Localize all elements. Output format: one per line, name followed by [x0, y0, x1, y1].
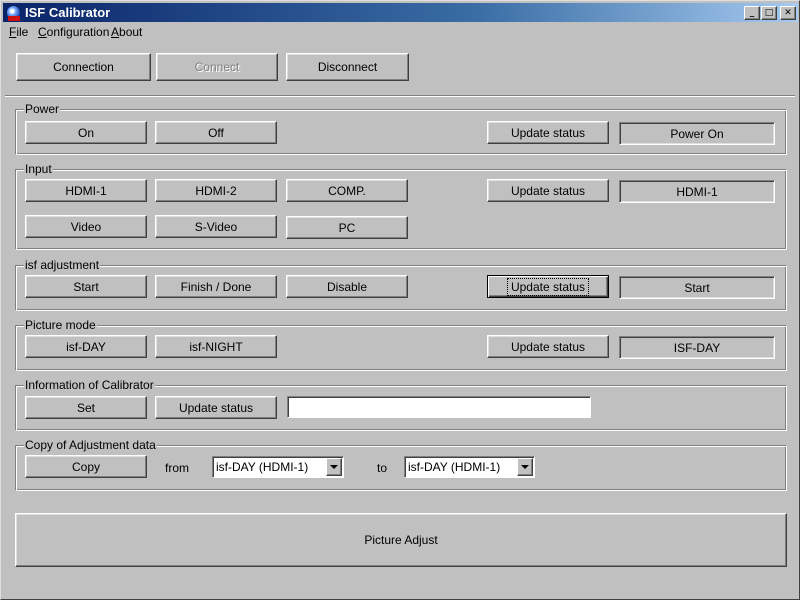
input-video-button[interactable]: Video — [25, 215, 147, 238]
picture-mode-isf-day-button[interactable]: isf-DAY — [25, 335, 147, 358]
isf-update-status-button[interactable]: Update status — [487, 275, 609, 298]
separator — [5, 95, 795, 97]
menu-configuration[interactable]: Configuration — [38, 25, 109, 40]
copy-adjustment-group-label: Copy of Adjustment data — [24, 438, 157, 452]
picture-adjust-button[interactable]: Picture Adjust — [15, 513, 787, 567]
copy-button[interactable]: Copy — [25, 455, 147, 478]
calibrator-info-field[interactable] — [287, 396, 591, 418]
menu-bar: File Configuration About — [3, 23, 798, 42]
isf-status-display: Start — [619, 276, 775, 299]
power-update-status-button[interactable]: Update status — [487, 121, 609, 144]
power-group-label: Power — [24, 102, 61, 116]
picture-mode-group-label: Picture mode — [24, 318, 97, 332]
input-pc-button[interactable]: PC — [286, 216, 408, 239]
copy-to-select[interactable]: isf-DAY (HDMI-1) — [404, 456, 535, 478]
chevron-down-icon[interactable] — [517, 458, 533, 476]
chevron-down-icon[interactable] — [326, 458, 342, 476]
power-status-display: Power On — [619, 122, 775, 145]
menu-about[interactable]: About — [111, 25, 142, 40]
connect-button[interactable]: Connect — [156, 53, 278, 81]
input-hdmi1-button[interactable]: HDMI-1 — [25, 179, 147, 202]
window-title: ISF Calibrator — [25, 5, 111, 20]
connection-button[interactable]: Connection — [16, 53, 151, 81]
close-icon[interactable]: ✕ — [780, 6, 796, 20]
minimize-icon[interactable]: _ — [744, 6, 760, 20]
isf-adjustment-group-label: isf adjustment — [24, 258, 101, 272]
copy-from-label: from — [165, 461, 189, 475]
isf-finish-done-button[interactable]: Finish / Done — [155, 275, 277, 298]
input-hdmi2-button[interactable]: HDMI-2 — [155, 179, 277, 202]
isf-disable-button[interactable]: Disable — [286, 275, 408, 298]
copy-from-value: isf-DAY (HDMI-1) — [216, 460, 309, 474]
power-off-button[interactable]: Off — [155, 121, 277, 144]
input-svideo-button[interactable]: S-Video — [155, 215, 277, 238]
picture-mode-status-display: ISF-DAY — [619, 336, 775, 359]
calibrator-update-status-button[interactable]: Update status — [155, 396, 277, 419]
menu-file[interactable]: File — [9, 25, 28, 40]
power-on-button[interactable]: On — [25, 121, 147, 144]
input-group-label: Input — [24, 162, 53, 176]
calibrator-set-button[interactable]: Set — [25, 396, 147, 419]
isf-start-button[interactable]: Start — [25, 275, 147, 298]
picture-mode-isf-night-button[interactable]: isf-NIGHT — [155, 335, 277, 358]
copy-from-select[interactable]: isf-DAY (HDMI-1) — [212, 456, 344, 478]
picture-mode-update-status-button[interactable]: Update status — [487, 335, 609, 358]
input-comp-button[interactable]: COMP. — [286, 179, 408, 202]
calibrator-info-group-label: Information of Calibrator — [24, 378, 155, 392]
copy-to-value: isf-DAY (HDMI-1) — [408, 460, 501, 474]
app-icon[interactable] — [6, 5, 21, 21]
input-update-status-button[interactable]: Update status — [487, 179, 609, 202]
maximize-icon[interactable]: □ — [761, 6, 777, 20]
disconnect-button[interactable]: Disconnect — [286, 53, 409, 81]
copy-to-label: to — [377, 461, 388, 475]
title-bar[interactable]: ISF Calibrator _ □ ✕ — [3, 3, 798, 22]
input-status-display: HDMI-1 — [619, 180, 775, 203]
app-window: ISF Calibrator _ □ ✕ File Configuration … — [0, 0, 800, 600]
